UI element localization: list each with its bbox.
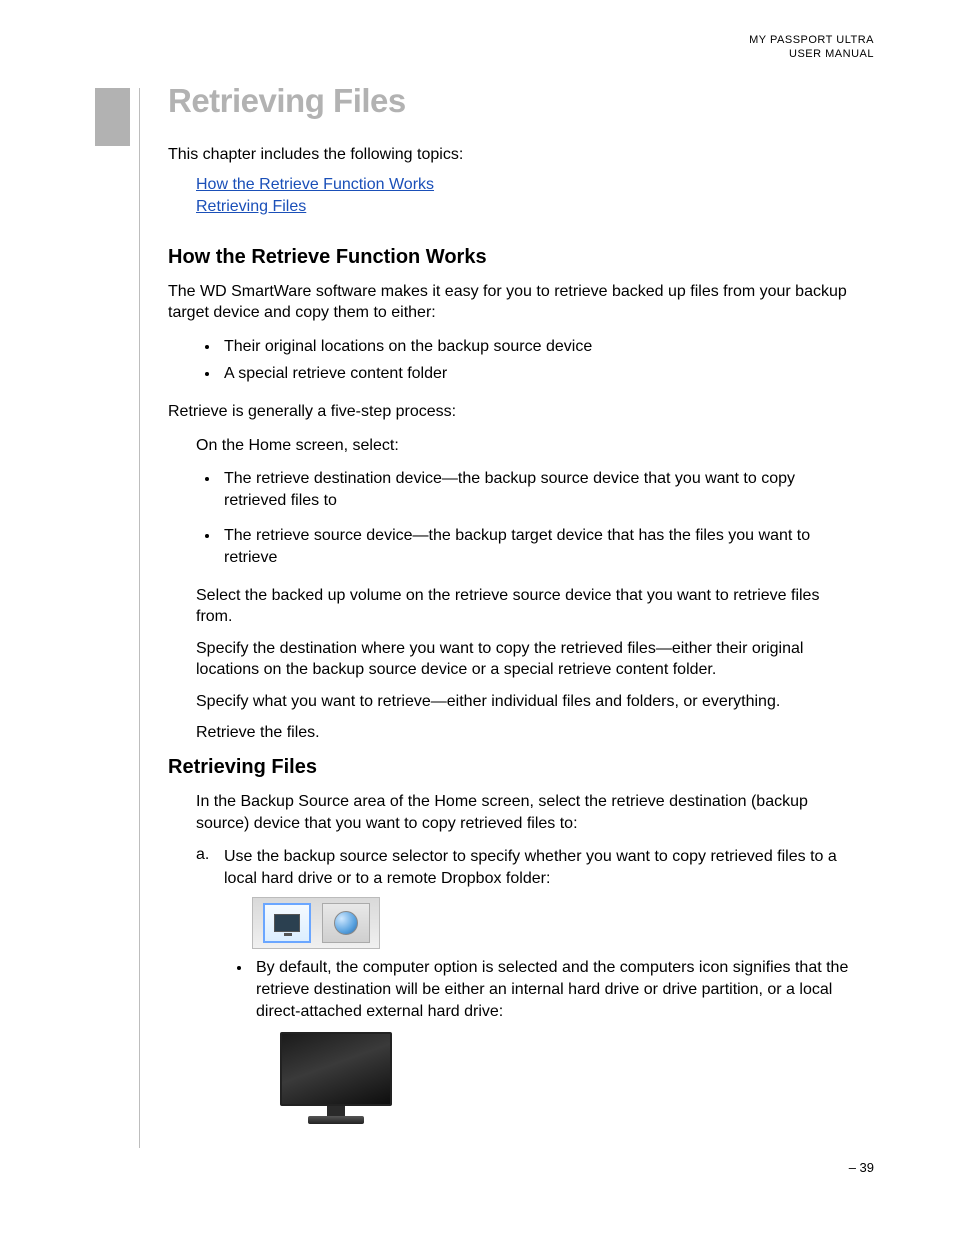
topic-link-how-works[interactable]: How the Retrieve Function Works — [196, 174, 850, 196]
retrieving-intro-block: In the Backup Source area of the Home sc… — [168, 791, 850, 834]
step-block-remaining: Select the backed up volume on the retri… — [168, 585, 850, 745]
para-smartware-intro: The WD SmartWare software makes it easy … — [168, 281, 850, 324]
step-a-text: Use the backup source selector to specif… — [224, 846, 850, 889]
step-marker-a: a. — [196, 846, 224, 889]
monitor-screen-icon — [280, 1032, 392, 1106]
page-number: – 39 — [849, 1160, 874, 1175]
chapter-side-block — [95, 88, 130, 146]
left-margin-rule — [139, 88, 140, 1148]
topic-links: How the Retrieve Function Works Retrievi… — [168, 174, 850, 217]
monitor-stand-neck — [327, 1106, 345, 1116]
bullet-special-folder: A special retrieve content folder — [220, 363, 850, 385]
para-five-step: Retrieve is generally a five-step proces… — [168, 401, 850, 423]
bullet-source-device: The retrieve source device—the backup ta… — [220, 525, 850, 568]
computer-monitor-figure — [280, 1032, 392, 1124]
monitor-stand-base — [308, 1116, 364, 1124]
step-specify-what: Specify what you want to retrieve—either… — [196, 691, 850, 713]
ordered-step-a: a. Use the backup source selector to spe… — [168, 846, 850, 889]
chapter-intro: This chapter includes the following topi… — [168, 144, 850, 166]
step-specify-destination: Specify the destination where you want t… — [196, 638, 850, 681]
step-home-select-intro: On the Home screen, select: — [196, 435, 850, 457]
sub-bullet-default-computer: By default, the computer option is selec… — [168, 957, 850, 1022]
header-product-label: MY PASSPORT ULTRA USER MANUAL — [749, 34, 874, 62]
bullet-list-copy-targets: Their original locations on the backup s… — [168, 336, 850, 385]
bullet-destination-device: The retrieve destination device—the back… — [220, 468, 850, 511]
header-product: MY PASSPORT ULTRA — [749, 34, 874, 48]
page-content: Retrieving Files This chapter includes t… — [168, 82, 850, 1136]
selector-dropbox-option — [322, 903, 370, 943]
step-retrieve-files: Retrieve the files. — [196, 722, 850, 744]
bullet-list-select-devices: The retrieve destination device—the back… — [168, 468, 850, 568]
step-select-volume: Select the backed up volume on the retri… — [196, 585, 850, 628]
step-block-home-select: On the Home screen, select: — [168, 435, 850, 457]
retrieving-intro: In the Backup Source area of the Home sc… — [196, 791, 850, 834]
sub-bullet-text: By default, the computer option is selec… — [252, 957, 850, 1022]
backup-source-selector-figure — [252, 897, 380, 949]
header-doctype: USER MANUAL — [749, 48, 874, 62]
selector-computer-option — [263, 903, 311, 943]
computer-icon — [274, 914, 300, 932]
bullet-original-locations: Their original locations on the backup s… — [220, 336, 850, 358]
chapter-title: Retrieving Files — [168, 82, 850, 120]
topic-link-retrieving-files[interactable]: Retrieving Files — [196, 196, 850, 218]
globe-icon — [334, 911, 358, 935]
section-heading-how-works: How the Retrieve Function Works — [168, 246, 850, 269]
section-heading-retrieving-files: Retrieving Files — [168, 756, 850, 779]
